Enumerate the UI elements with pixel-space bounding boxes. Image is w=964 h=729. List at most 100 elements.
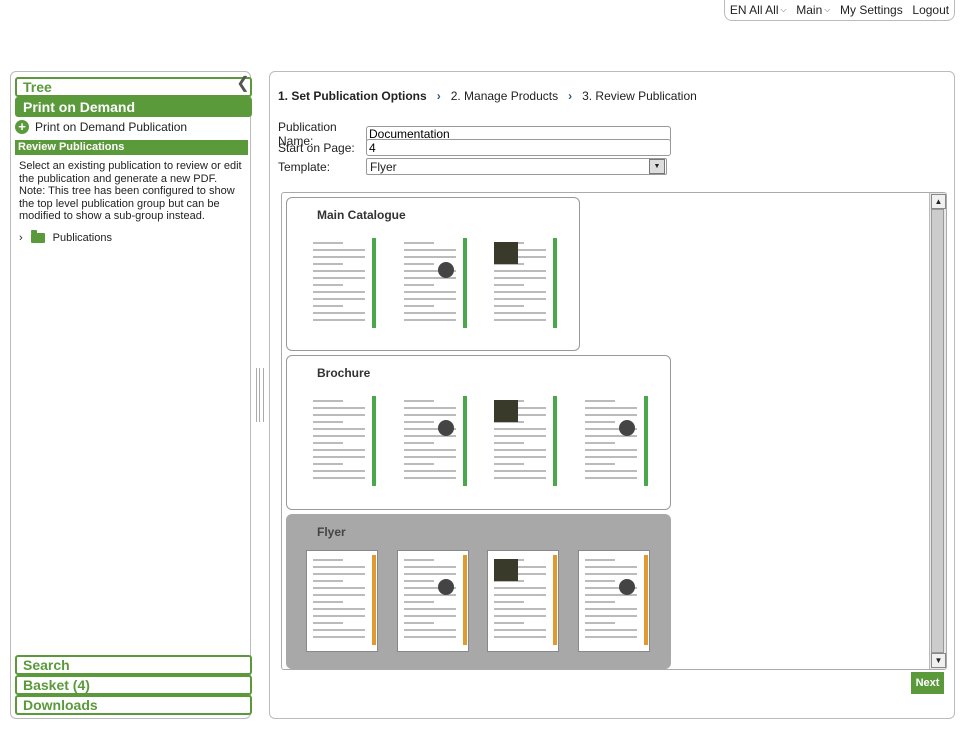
page-accent-stripe (553, 555, 557, 645)
page-text-line (494, 435, 546, 437)
page-text-line (585, 449, 637, 451)
page-text-line (585, 463, 615, 465)
page-text-line (313, 312, 365, 314)
wizard-steps: 1. Set Publication Options › 2. Manage P… (278, 89, 707, 103)
chevron-down-icon: ⌵ (780, 4, 787, 14)
page-text-line (494, 428, 546, 430)
page-thumbnail[interactable] (398, 392, 468, 492)
page-thumbnail[interactable] (307, 551, 377, 651)
page-text-line (494, 463, 524, 465)
page-text-line (585, 636, 637, 638)
page-text-line (313, 608, 365, 610)
chevron-down-icon: ⌵ (824, 4, 831, 14)
page-thumbnail[interactable] (307, 392, 377, 492)
page-text-line (404, 580, 434, 582)
page-text-line (494, 594, 546, 596)
page-thumbnail[interactable] (398, 234, 468, 334)
page-text-line (494, 305, 524, 307)
search-accordion[interactable]: Search (15, 655, 252, 675)
page-text-line (494, 277, 546, 279)
page-thumbnail[interactable] (398, 551, 468, 651)
page-text-line (585, 421, 615, 423)
product-image (438, 579, 454, 595)
step-arrow-icon: › (568, 89, 573, 103)
page-text-line (585, 400, 615, 402)
page-thumbnail[interactable] (579, 551, 649, 651)
page-text-line (585, 622, 615, 624)
page-text-line (313, 284, 343, 286)
scroll-down-arrow-icon[interactable]: ▼ (931, 653, 946, 668)
logout-link[interactable]: Logout (912, 3, 949, 17)
page-text-line (494, 319, 546, 321)
publication-main-catalogue[interactable]: Main Catalogue (286, 197, 580, 351)
page-thumbnail[interactable] (488, 234, 558, 334)
page-text-line (313, 449, 365, 451)
chevron-right-icon[interactable]: › (19, 232, 23, 244)
template-select[interactable]: Flyer ▼ (366, 158, 667, 175)
publication-title: Main Catalogue (317, 208, 406, 222)
page-text-line (494, 615, 546, 617)
page-thumbnail[interactable] (488, 392, 558, 492)
page-text-line (313, 629, 365, 631)
page-thumbnail[interactable] (579, 392, 649, 492)
publication-brochure[interactable]: Brochure (286, 355, 671, 510)
page-text-line (313, 615, 365, 617)
step-set-publication-options[interactable]: 1. Set Publication Options (278, 89, 427, 103)
language-label: EN All All (729, 2, 779, 17)
vertical-scrollbar[interactable]: ▲ ▼ (929, 193, 946, 669)
page-text-line (494, 601, 524, 603)
page-text-line (404, 291, 456, 293)
panel-splitter[interactable] (256, 368, 264, 422)
step-review-publication[interactable]: 3. Review Publication (582, 89, 697, 103)
my-settings-link[interactable]: My Settings (840, 3, 903, 17)
page-text-line (404, 559, 434, 561)
collapse-sidebar-icon[interactable]: ❮ (236, 74, 250, 94)
page-text-line (404, 449, 456, 451)
basket-accordion[interactable]: Basket (4) (15, 675, 252, 695)
page-text-line (313, 622, 343, 624)
page-text-line (585, 456, 637, 458)
start-page-input[interactable] (366, 139, 671, 156)
print-on-demand-publication-link[interactable]: + Print on Demand Publication (15, 120, 187, 134)
page-thumbnail[interactable] (307, 234, 377, 334)
dropdown-arrow-icon[interactable]: ▼ (649, 159, 665, 174)
publication-title: Brochure (317, 366, 371, 380)
top-bar: EN All All ⌵ Main ⌵ My Settings Logout (724, 0, 955, 21)
page-text-line (313, 456, 365, 458)
step-manage-products[interactable]: 2. Manage Products (451, 89, 558, 103)
language-selector[interactable]: EN All All ⌵ (730, 3, 787, 17)
add-icon: + (15, 120, 29, 134)
page-text-line (585, 442, 615, 444)
left-sidebar: Tree Print on Demand + Print on Demand P… (10, 71, 252, 719)
step-arrow-icon: › (436, 89, 441, 103)
page-text-line (313, 559, 343, 561)
page-text-line (313, 305, 343, 307)
page-text-line (313, 421, 343, 423)
next-button[interactable]: Next (911, 672, 944, 694)
tree-node-publications[interactable]: › Publications (19, 230, 112, 244)
pod-link-label: Print on Demand Publication (35, 120, 188, 134)
page-thumbnail[interactable] (488, 551, 558, 651)
page-text-line (404, 456, 456, 458)
main-menu[interactable]: Main ⌵ (796, 3, 830, 17)
page-text-line (494, 636, 546, 638)
tree-accordion[interactable]: Tree (15, 77, 252, 97)
page-text-line (404, 298, 456, 300)
page-text-line (585, 615, 637, 617)
scroll-up-arrow-icon[interactable]: ▲ (931, 194, 946, 209)
page-text-line (404, 414, 456, 416)
page-text-line (404, 477, 456, 479)
downloads-accordion[interactable]: Downloads (15, 695, 252, 715)
page-text-line (404, 470, 456, 472)
page-accent-stripe (644, 396, 648, 486)
page-text-line (313, 249, 365, 251)
page-text-line (313, 463, 343, 465)
scrollbar-thumb[interactable] (931, 209, 944, 653)
publication-flyer[interactable]: Flyer (286, 514, 671, 669)
page-text-line (404, 629, 456, 631)
print-on-demand-accordion[interactable]: Print on Demand (15, 97, 252, 117)
product-image (619, 579, 635, 595)
page-text-line (313, 270, 365, 272)
page-text-line (313, 573, 365, 575)
page-text-line (585, 566, 637, 568)
